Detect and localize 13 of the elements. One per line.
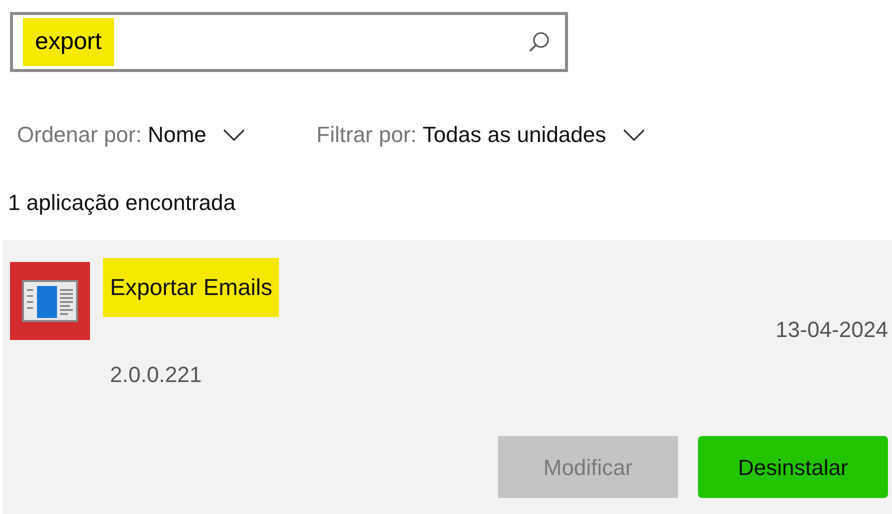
action-button[interactable]: Desinstalar bbox=[698, 436, 888, 498]
dropdown[interactable]: Filtrar por: Todas as unidades bbox=[316, 124, 646, 146]
search-icon[interactable] bbox=[527, 30, 551, 54]
dropdown[interactable]: Ordenar por: Nome bbox=[17, 124, 246, 146]
search-text: export bbox=[23, 18, 114, 66]
app-name: Exportar Emails bbox=[103, 258, 280, 316]
chevron-down-icon bbox=[622, 128, 646, 142]
search-field[interactable]: export bbox=[10, 12, 568, 72]
chevron-down-icon bbox=[222, 128, 246, 142]
app-window-icon bbox=[10, 262, 90, 340]
install-date: 13-04-2024 bbox=[775, 316, 888, 344]
result-count: 1 aplicação encontrada bbox=[7, 192, 236, 214]
app-version: 2.0.0.221 bbox=[110, 360, 203, 388]
